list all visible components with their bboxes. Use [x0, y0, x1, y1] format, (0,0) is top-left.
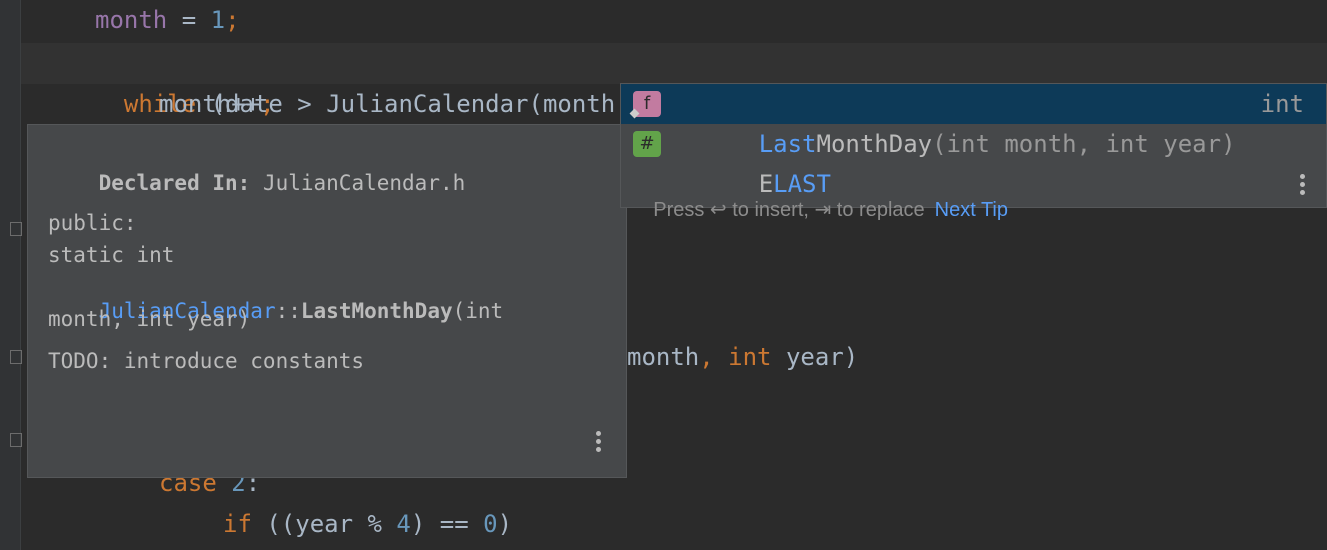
doc-comment: TODO: introduce constants: [48, 349, 365, 373]
fold-marker-icon[interactable]: [10, 222, 22, 236]
code-line[interactable]: while (date > JulianCalendar(month, Last…: [95, 43, 818, 118]
code-token: 1: [210, 6, 226, 34]
code-token: ): [497, 510, 513, 538]
signature-prefix: static int: [48, 243, 175, 267]
fold-marker-icon[interactable]: [10, 350, 22, 364]
editor-gutter[interactable]: [0, 0, 22, 550]
completion-type: int: [1260, 90, 1304, 118]
declared-label: Declared In:: [98, 171, 251, 195]
code-token: =: [167, 6, 211, 34]
access-specifier: public:: [48, 211, 137, 235]
more-vertical-icon[interactable]: [1300, 174, 1306, 198]
method-name: LastMonthDay: [300, 299, 453, 323]
code-token: ;: [260, 90, 275, 118]
next-tip-link[interactable]: Next Tip: [935, 199, 1008, 221]
scope-separator: ::: [275, 299, 301, 323]
more-vertical-icon[interactable]: [596, 431, 602, 455]
insert-hint: Press ↩ to insert, ⇥ to replace: [653, 199, 925, 221]
code-token: ((year %: [251, 510, 397, 538]
fold-marker-icon[interactable]: [10, 433, 22, 447]
completion-footer: Press ↩ to insert, ⇥ to replace Next Tip: [631, 174, 1008, 245]
code-token: 4: [396, 510, 411, 538]
code-token: ,: [699, 343, 714, 371]
declared-in: Declared In: JulianCalendar.h: [48, 147, 466, 219]
code-token: 0: [483, 510, 498, 538]
params-start: (int: [452, 299, 504, 323]
completion-item[interactable]: f LastMonthDay(int month, int year) int: [621, 84, 1326, 158]
declared-file: JulianCalendar.h: [262, 171, 466, 195]
completion-item[interactable]: # ELAST: [621, 124, 1326, 198]
code-line[interactable]: month = 1;: [95, 0, 240, 41]
documentation-popup: Declared In: JulianCalendar.h public: st…: [27, 124, 627, 478]
code-token: int: [728, 343, 772, 371]
code-token: if: [223, 510, 252, 538]
code-line[interactable]: month, int year): [627, 337, 858, 378]
code-token: month++: [159, 90, 261, 118]
code-token: month: [627, 343, 700, 371]
code-token: ;: [225, 6, 240, 34]
code-line[interactable]: month++;: [159, 84, 275, 125]
params-continued: month, int year): [48, 307, 251, 331]
code-token: month: [95, 6, 168, 34]
macro-icon: #: [633, 131, 661, 157]
code-line[interactable]: if ((year % 4) == 0): [223, 504, 512, 545]
code-token: year): [771, 343, 859, 371]
code-token: ) ==: [410, 510, 484, 538]
completion-popup: f LastMonthDay(int month, int year) int …: [620, 83, 1327, 221]
